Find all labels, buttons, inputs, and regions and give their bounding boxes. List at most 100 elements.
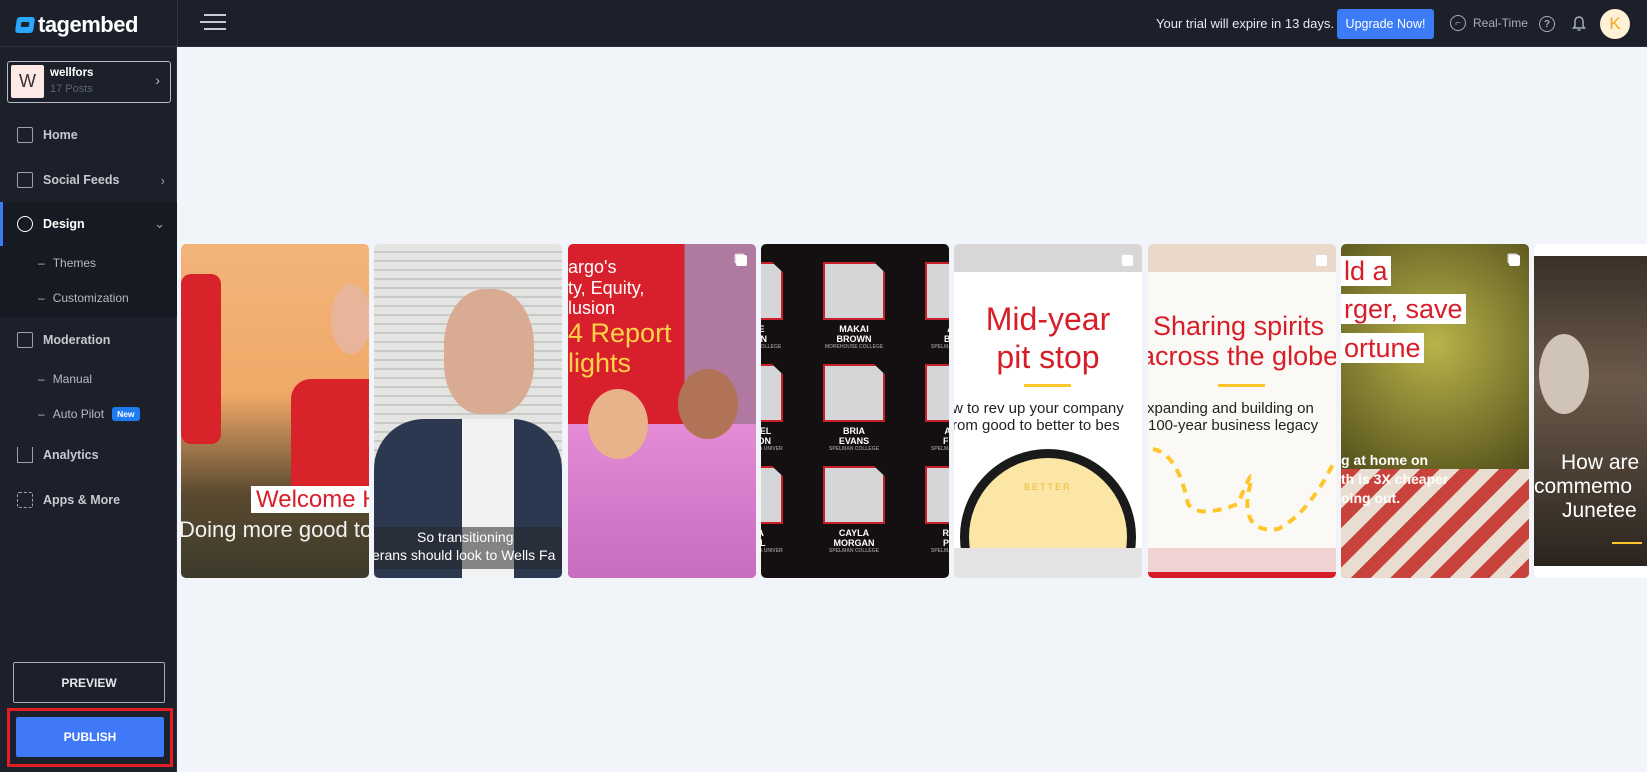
post-text: ty, Equity, — [568, 278, 645, 298]
post-title: pit stop — [996, 339, 1100, 375]
post-text: commemo — [1534, 475, 1633, 498]
menu-toggle-icon[interactable] — [200, 14, 226, 32]
post-card[interactable]: Welcome H Doing more good tog — [181, 244, 369, 578]
help-icon[interactable]: ? — [1539, 16, 1555, 32]
label: Social Feeds — [43, 173, 120, 187]
student-name: CNEIL — [761, 538, 766, 548]
trial-notice: Your trial will expire in 13 days. — [1156, 16, 1334, 31]
student-photo — [761, 364, 783, 422]
post-text: g at home on — [1341, 452, 1429, 468]
post-image — [588, 389, 648, 459]
post-card[interactable]: ld a rger, save ortune g at home on th i… — [1341, 244, 1529, 578]
chevron-right-icon: › — [160, 172, 165, 188]
post-image — [331, 284, 369, 354]
post-title: Mid-year — [985, 301, 1111, 337]
divider — [1218, 384, 1265, 387]
student-name: FURM — [943, 436, 949, 446]
label: Customization — [52, 291, 129, 305]
sidebar-item-social-feeds[interactable]: Social Feeds › — [0, 160, 177, 200]
multi-image-icon — [1316, 255, 1327, 266]
user-avatar[interactable]: K — [1600, 9, 1630, 39]
post-text: xpanding and building on — [1148, 400, 1314, 417]
student-name: MORGAN — [833, 538, 875, 548]
preview-button[interactable]: PREVIEW — [13, 662, 165, 703]
post-text: 100-year business legacy — [1148, 417, 1319, 434]
post-image — [1148, 548, 1336, 578]
student-name: RECE — [761, 324, 765, 334]
post-image — [1148, 244, 1336, 272]
label: Apps & More — [43, 493, 121, 507]
real-time-toggle[interactable]: ⌐ Real-Time — [1450, 15, 1528, 31]
sidebar-item-home[interactable]: Home — [0, 115, 177, 155]
sidebar-subitem-customization[interactable]: – Customization — [38, 291, 129, 305]
sidebar-subitem-auto-pilot[interactable]: – Auto Pilot New — [38, 407, 140, 421]
post-text: rom good to better to bes — [954, 417, 1120, 434]
sidebar-item-apps[interactable]: Apps & More — [0, 480, 177, 520]
post-text: How are — [1561, 451, 1640, 474]
multi-image-icon — [736, 255, 747, 266]
post-image — [181, 274, 221, 444]
post-card[interactable]: argo's ty, Equity, lusion 4 Report light… — [568, 244, 756, 578]
add-feed-icon — [17, 172, 33, 188]
sidebar-item-moderation[interactable]: Moderation — [0, 320, 177, 360]
publish-button[interactable]: PUBLISH — [16, 717, 164, 757]
student-school: SPELMAN COLLEGE — [828, 548, 879, 554]
post-title: rger, save — [1341, 294, 1466, 324]
real-time-label: Real-Time — [1473, 16, 1528, 30]
label: Moderation — [43, 333, 111, 347]
sidebar-subitem-themes[interactable]: – Themes — [38, 256, 96, 270]
student-photo — [761, 466, 783, 524]
post-text: 4 Report — [568, 318, 672, 348]
profile-name: wellfors — [50, 67, 94, 79]
post-card[interactable]: RECEALLENMOREHOUSE COLLEGEMAKAIBROWNMORE… — [761, 244, 949, 578]
sidebar-item-analytics[interactable]: Analytics — [0, 435, 177, 475]
student-name: MAKAI — [839, 324, 869, 334]
logo[interactable]: tagembed — [14, 12, 138, 38]
post-title: ortune — [1341, 333, 1424, 363]
student-school: CLARK ATLANTA UNIVERSITY — [761, 548, 783, 554]
chevron-right-icon: › — [155, 72, 160, 88]
apps-icon — [17, 492, 33, 508]
label: Analytics — [43, 448, 99, 462]
clock-icon: ⌐ — [1450, 15, 1466, 31]
moderation-icon — [17, 332, 33, 348]
bell-icon[interactable] — [1572, 14, 1586, 32]
post-card[interactable]: Sharing spirits across the globe xpandin… — [1148, 244, 1336, 578]
post-title: across the globe — [1148, 341, 1336, 371]
student-photo — [925, 466, 949, 524]
drop-icon — [17, 216, 33, 232]
post-image — [1539, 334, 1589, 414]
student-photo — [823, 466, 885, 524]
post-card[interactable]: So transitioning erans should look to We… — [374, 244, 562, 578]
post-text: oing out. — [1341, 490, 1401, 506]
sidebar-subitem-manual[interactable]: – Manual — [38, 372, 92, 386]
upgrade-button[interactable]: Upgrade Now! — [1337, 9, 1434, 39]
post-title: ld a — [1341, 256, 1391, 286]
student-name: EVANS — [838, 436, 870, 446]
post-image — [954, 244, 1142, 272]
student-name: CAYLA — [838, 528, 870, 538]
post-title: Sharing spirits — [1153, 311, 1325, 341]
publish-highlight: PUBLISH — [7, 708, 173, 767]
label: Design — [43, 217, 85, 231]
label: Manual — [52, 372, 93, 386]
post-text: Junetee — [1562, 499, 1637, 522]
student-name: AVE — [925, 324, 949, 334]
post-card[interactable]: How are commemo Junetee — [1534, 244, 1647, 578]
post-card[interactable]: Mid-year pit stop w to rev up your compa… — [954, 244, 1142, 578]
profile-avatar: W — [11, 65, 44, 98]
post-image — [444, 289, 534, 414]
gauge-label: BETTER — [1024, 482, 1072, 492]
student-school: MOREHOUSE COLLEGE — [824, 344, 884, 350]
new-badge: New — [112, 407, 140, 421]
multi-image-icon — [1509, 255, 1520, 266]
multi-image-icon — [1122, 255, 1133, 266]
dashed-route-image — [1152, 447, 1335, 532]
profile-switcher[interactable]: W wellfors 17 Posts › — [7, 61, 171, 103]
home-icon — [17, 127, 33, 143]
student-school: SPELMAN COLLEGE — [930, 446, 949, 452]
sidebar-item-design[interactable]: Design ⌄ — [0, 204, 177, 244]
label: Auto Pilot — [52, 407, 105, 421]
post-image — [954, 548, 1142, 578]
student-name: PHILL — [943, 538, 949, 548]
